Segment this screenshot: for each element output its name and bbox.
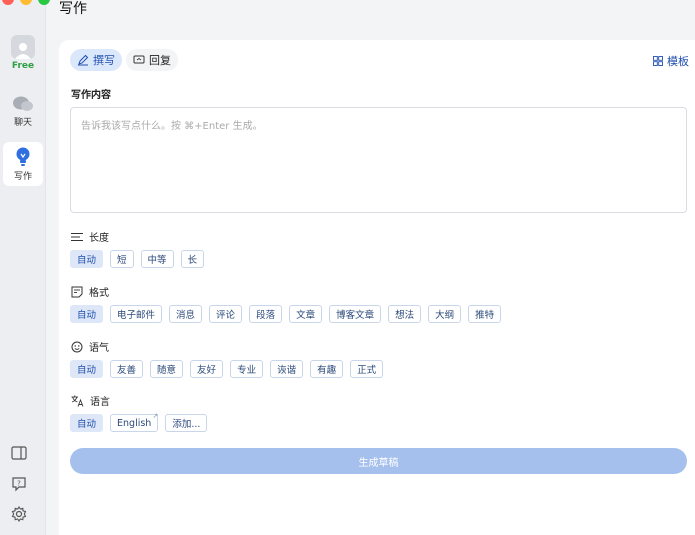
format-option-outline[interactable]: 大纲 [428,305,462,323]
format-option-message[interactable]: 消息 [169,305,203,323]
content-label: 写作内容 [71,90,111,101]
lines-icon [71,232,83,241]
format-icon [71,286,83,297]
grid-icon [653,56,663,66]
format-option-email[interactable]: 电子邮件 [110,305,163,323]
generate-draft-button[interactable]: 生成草稿 [70,448,687,474]
minimize-window-button[interactable] [20,0,32,5]
tab-compose-label: 撰写 [93,54,115,67]
mode-tabs: 撰写 回复 [70,49,178,71]
tone-option-professional[interactable]: 专业 [230,360,264,378]
template-label: 模板 [667,55,689,68]
help-icon[interactable]: ? [11,476,27,492]
language-option-english[interactable]: English ↗ [110,412,159,432]
tone-option-fun[interactable]: 有趣 [310,360,344,378]
language-options: 自动 English ↗ 添加... [70,412,208,432]
rail-write-label: 写作 [13,172,32,182]
account-item[interactable]: Free [0,35,46,71]
format-options: 自动 电子邮件 消息 评论 段落 文章 博客文章 想法 大纲 推特 [70,305,502,323]
length-option-medium[interactable]: 中等 [140,250,174,268]
format-option-blog[interactable]: 博客文章 [329,305,382,323]
rail-chat-label: 聊天 [13,118,32,128]
language-option-auto[interactable]: 自动 [70,414,104,432]
format-option-tweet[interactable]: 推特 [468,305,502,323]
zoom-window-button[interactable] [38,0,50,5]
format-option-auto[interactable]: 自动 [70,305,104,323]
format-option-comment[interactable]: 评论 [209,305,243,323]
writing-card: 撰写 回复 模板 写作内容 长度 自动 短 中等 [59,40,695,535]
format-option-paragraph[interactable]: 段落 [249,305,283,323]
settings-gear-icon[interactable] [11,506,27,522]
tone-title: 语气 [71,339,109,354]
language-option-add[interactable]: 添加... [165,414,208,432]
window-controls [2,0,50,5]
smile-icon [71,341,83,352]
rail-item-chat[interactable]: 聊天 [0,95,46,128]
content-input[interactable] [70,107,687,213]
tone-option-kind[interactable]: 友善 [110,360,144,378]
format-option-idea[interactable]: 想法 [388,305,422,323]
chat-icon [13,96,33,111]
page-title: 写作 [59,1,87,17]
tone-option-friendly[interactable]: 友好 [190,360,224,378]
left-rail: Free 聊天 写作 ? [0,0,50,535]
length-option-auto[interactable]: 自动 [70,250,104,268]
language-title: 语言 [71,393,110,408]
tone-option-witty[interactable]: 诙谐 [270,360,304,378]
plan-badge: Free [11,61,35,71]
avatar [11,35,35,59]
length-option-short[interactable]: 短 [110,250,134,268]
length-options: 自动 短 中等 长 [70,250,205,268]
svg-text:?: ? [17,480,21,488]
length-option-long[interactable]: 长 [180,250,205,268]
close-window-button[interactable] [2,0,14,5]
translate-icon [71,395,84,407]
tone-option-formal[interactable]: 正式 [350,360,384,378]
language-title-label: 语言 [90,397,110,408]
reply-icon [133,55,145,64]
format-option-article[interactable]: 文章 [289,305,323,323]
template-button[interactable]: 模板 [653,53,689,69]
lightbulb-icon [16,147,30,166]
length-title-label: 长度 [89,233,109,244]
pen-icon [78,54,89,66]
length-title: 长度 [71,229,109,244]
tab-reply-label: 回复 [149,54,171,67]
format-title: 格式 [71,284,109,299]
tone-options: 自动 友善 随意 友好 专业 诙谐 有趣 正式 [70,360,384,378]
rail-item-write[interactable]: 写作 [0,147,46,182]
format-title-label: 格式 [89,288,109,299]
user-icon [15,43,31,59]
tab-reply[interactable]: 回复 [126,49,178,71]
language-option-english-label: English [117,417,152,429]
tone-option-auto[interactable]: 自动 [70,360,104,378]
tone-option-casual[interactable]: 随意 [150,360,184,378]
external-arrow-icon: ↗ [152,412,159,420]
sidebar-toggle-icon[interactable] [11,446,27,460]
tone-title-label: 语气 [89,343,109,354]
tab-compose[interactable]: 撰写 [70,49,122,71]
